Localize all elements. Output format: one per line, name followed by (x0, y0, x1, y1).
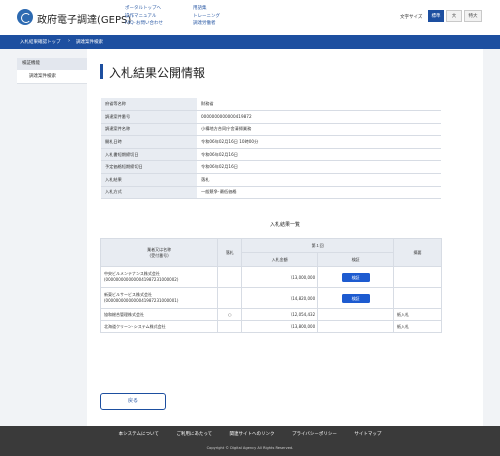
info-row: 入札結果 落札 (101, 173, 441, 187)
breadcrumb-chevron-icon: › (68, 38, 70, 44)
info-label: 入札結果 (101, 173, 197, 187)
sidebar: 検証機能 調達案件検索 (17, 58, 87, 84)
footer-link-about[interactable]: 本システムについて (119, 432, 159, 437)
note-cell (393, 266, 442, 288)
font-size-large-button[interactable]: 大 (446, 10, 462, 22)
copyright: Copyright © Digital Agency All Rights Re… (206, 446, 294, 450)
info-label: 調達案件番号 (101, 110, 197, 124)
info-row: 調達案件名称 小樽地方合同庁舎清掃業務 (101, 123, 441, 137)
footer-link-usage[interactable]: ご利用にあたって (176, 432, 212, 437)
bidder-name: 協和総合管理株式会社 (99, 308, 219, 321)
footer-link-related-sites[interactable]: 関連サイトへのリンク (230, 432, 275, 437)
title-accent-bar (100, 64, 103, 79)
info-label: 府省等名称 (101, 98, 197, 112)
info-row: 開札日時 令和06年02月16日 10時00分 (101, 135, 441, 149)
sidebar-item-case-search[interactable]: 調達案件検索 (17, 70, 87, 84)
table-row: 中央ビルメンテナンス株式会社 (000000000000004198723100… (99, 266, 442, 288)
amount-cell: \13,000,000 (241, 266, 319, 288)
breadcrumb-bid-results-top[interactable]: 入札結果確認トップ (20, 39, 61, 45)
header-bid-amount: 入札金額 (241, 252, 319, 267)
bidder-receipt: (0000000000000041987231000001) (104, 298, 179, 303)
header-bidder: 業者又は名称 (受付番号) (99, 238, 219, 267)
result-list-heading: 入札結果一覧 (269, 222, 300, 228)
info-label: 入札方式 (101, 186, 197, 200)
info-label: 予定価格短期締切日 (101, 160, 197, 175)
font-size-xlarge-button[interactable]: 特大 (464, 10, 482, 22)
bidder-receipt: (0000000000000041987231000002) (104, 277, 179, 282)
note-cell: 紙入札 (393, 320, 442, 333)
info-value: 令和06年02月16日 10時00分 (197, 135, 441, 149)
font-size-label: 文字サイズ (400, 15, 423, 20)
bid-result-table: 業者又は名称 (受付番号) 落札 第１回 摘要 入札金額 検証 中央ビルメンテナ… (99, 238, 442, 333)
bidder-name: 北海道クリーン･システム株式会社 (99, 320, 219, 333)
info-row: 調達案件番号 0000000000000419872 (101, 110, 441, 124)
back-button[interactable]: 戻る (100, 393, 166, 410)
amount-cell: \14,820,000 (241, 287, 319, 309)
breadcrumb-case-search[interactable]: 調達案件検索 (76, 39, 103, 45)
info-value: 0000000000000419872 (197, 110, 441, 124)
site-title[interactable]: 政府電子調達(GEPS) (37, 11, 131, 26)
info-row: 入札書短期締切日 令和06年02月16日 (101, 148, 441, 162)
verify-cell (317, 320, 395, 333)
labor-link[interactable]: 調達労働者 (193, 20, 220, 28)
amount-cell: \12,054,432 (241, 308, 319, 321)
training-link[interactable]: トレーニング (193, 13, 220, 21)
header-round-1: 第１回 (241, 238, 395, 253)
info-value: 小樽地方合同庁舎清掃業務 (197, 123, 441, 137)
award-cell: ○ (217, 308, 243, 321)
site-footer: 本システムについて ご利用にあたって 関連サイトへのリンク プライバシーポリシー… (0, 426, 500, 456)
footer-link-sitemap[interactable]: サイトマップ (354, 432, 381, 437)
info-value: 財務省 (197, 98, 441, 112)
note-cell (393, 287, 442, 309)
info-value: 令和06年02月16日 (197, 160, 441, 175)
bidder-cell: 中央ビルメンテナンス株式会社 (000000000000004198723100… (99, 266, 219, 288)
page-title: 入札結果公開情報 (109, 66, 206, 80)
portal-top-link[interactable]: ポータルトップへ (125, 5, 163, 13)
result-header-row: 業者又は名称 (受付番号) 落札 第１回 摘要 (99, 238, 442, 267)
header-links-secondary: 用語集 トレーニング 調達労働者 (193, 5, 220, 28)
info-value: 令和06年02月16日 (197, 148, 441, 162)
verify-button[interactable]: 検証 (341, 272, 370, 282)
bidder-cell: 新東ビルサービス株式会社 (00000000000000419872310000… (99, 287, 219, 309)
header-links-primary: ポータルトップへ 操作マニュアル FAQ･お問い合わせ (125, 5, 163, 28)
footer-link-privacy[interactable]: プライバシーポリシー (292, 432, 337, 437)
glossary-link[interactable]: 用語集 (193, 5, 220, 13)
info-label: 入札書短期締切日 (101, 148, 197, 162)
faq-link[interactable]: FAQ･お問い合わせ (125, 20, 163, 28)
header-note: 摘要 (393, 238, 442, 267)
info-label: 調達案件名称 (101, 123, 197, 137)
header-award: 落札 (217, 238, 243, 267)
table-row: 北海道クリーン･システム株式会社 \13,800,000 紙入札 (99, 320, 442, 333)
amount-cell: \13,800,000 (241, 320, 319, 333)
info-row: 予定価格短期締切日 令和06年02月16日 (101, 160, 441, 175)
verify-button[interactable]: 検証 (341, 293, 370, 303)
breadcrumb: 入札結果確認トップ › 調達案件検索 (0, 35, 500, 49)
award-cell (217, 320, 243, 333)
font-size-standard-button[interactable]: 標準 (428, 10, 444, 22)
site-header: 政府電子調達(GEPS) ポータルトップへ 操作マニュアル FAQ･お問い合わせ… (0, 0, 500, 35)
case-info-table: 府省等名称 財務省 調達案件番号 0000000000000419872 調達案件名… (101, 98, 441, 200)
info-value: 一般競争･最低価格 (197, 186, 441, 200)
content-panel: 入札結果公開情報 府省等名称 財務省 調達案件番号 0000000000000419… (87, 49, 483, 426)
info-row: 入札方式 一般競争･最低価格 (101, 186, 441, 200)
verify-cell: 検証 (317, 266, 395, 288)
table-row: 新東ビルサービス株式会社 (00000000000000419872310000… (99, 287, 442, 309)
sidebar-heading: 検証機能 (17, 58, 87, 70)
table-row: 協和総合管理株式会社 ○ \12,054,432 紙入札 (99, 308, 442, 321)
main-area: 検証機能 調達案件検索 入札結果公開情報 府省等名称 財務省 調達案件番号 0000… (0, 49, 500, 426)
manual-link[interactable]: 操作マニュアル (125, 13, 163, 21)
award-cell (217, 287, 243, 309)
verify-cell: 検証 (317, 287, 395, 309)
award-cell (217, 266, 243, 288)
info-label: 開札日時 (101, 135, 197, 149)
geps-logo-icon[interactable] (17, 9, 33, 25)
info-value: 落札 (197, 173, 441, 187)
header-receipt-number: (受付番号) (149, 252, 169, 258)
info-row: 府省等名称 財務省 (101, 98, 441, 112)
header-verify: 検証 (317, 252, 395, 267)
note-cell: 紙入札 (393, 308, 442, 321)
verify-cell (317, 308, 395, 321)
footer-links: 本システムについて ご利用にあたって 関連サイトへのリンク プライバシーポリシー… (0, 431, 500, 437)
